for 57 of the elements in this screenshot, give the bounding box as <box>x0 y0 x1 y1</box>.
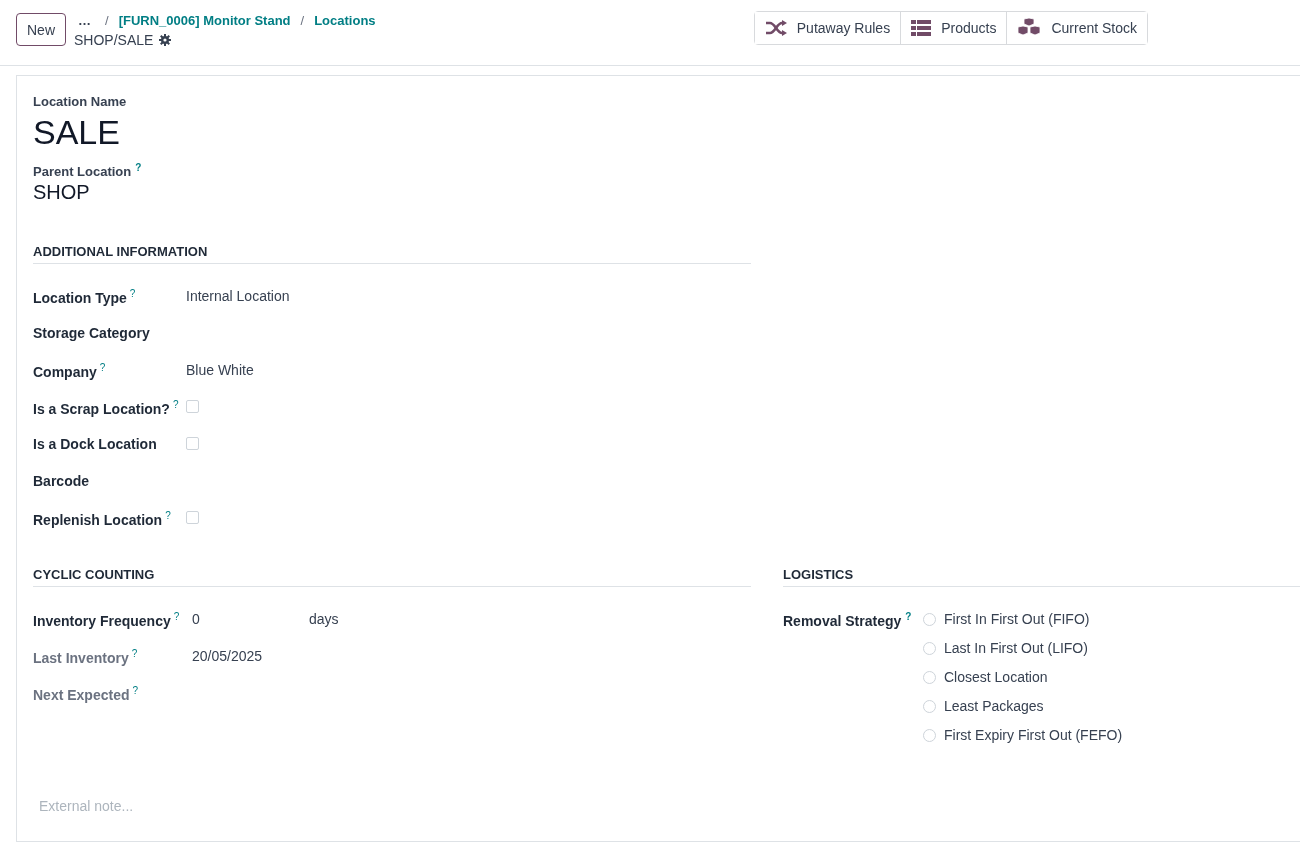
parent-location-field[interactable]: SHOP <box>33 181 1300 205</box>
checkbox[interactable] <box>186 511 199 525</box>
field-label: Location Type <box>33 290 127 306</box>
unit-label: days <box>309 610 339 628</box>
radio-label[interactable]: First Expiry First Out (FEFO) <box>944 727 1123 744</box>
breadcrumb-separator: / <box>300 13 305 28</box>
breadcrumb-link[interactable]: Locations <box>314 13 376 28</box>
section-title: LOGISTICS <box>783 567 1300 588</box>
gear-icon[interactable] <box>159 34 172 46</box>
help-tooltip[interactable]: ? <box>173 611 180 623</box>
help-tooltip[interactable]: ? <box>165 510 171 522</box>
radio-button[interactable] <box>923 612 936 626</box>
field-label: Barcode <box>33 473 90 490</box>
section-title: ADDITIONAL INFORMATION <box>33 244 751 265</box>
help-tooltip[interactable]: ? <box>172 399 179 411</box>
radio-label[interactable]: Last In First Out (LIFO) <box>944 640 1088 657</box>
radio-label[interactable]: Least Packages <box>944 698 1044 715</box>
breadcrumb-more[interactable]: … <box>78 13 91 28</box>
radio-button[interactable] <box>923 670 936 684</box>
help-tooltip[interactable]: ? <box>905 611 912 623</box>
location-name-field[interactable]: SALE <box>33 113 1300 152</box>
help-tooltip[interactable]: ? <box>132 685 139 697</box>
radio-label[interactable]: Closest Location <box>944 669 1048 686</box>
cubes-icon <box>1017 18 1042 38</box>
field-label: Inventory Frequency <box>33 613 171 629</box>
help-tooltip[interactable]: ? <box>131 648 138 660</box>
radio-label[interactable]: First In First Out (FIFO) <box>944 611 1090 628</box>
field-label: Next Expected <box>33 687 130 703</box>
field-label: Parent Location <box>33 164 132 180</box>
field-label: Storage Category <box>33 325 150 342</box>
field-label: Is a Dock Location <box>33 436 157 453</box>
number-field[interactable]: 0 <box>192 605 309 628</box>
field-value[interactable]: Internal Location <box>186 282 290 305</box>
help-tooltip[interactable]: ? <box>135 162 142 173</box>
record-title: SHOP/SALE <box>74 32 154 48</box>
field-label: Location Name <box>33 94 127 109</box>
breadcrumb-separator: / <box>105 13 109 28</box>
section-title: CYCLIC COUNTING <box>33 567 751 588</box>
field-label: Last Inventory <box>33 650 129 666</box>
radio-button[interactable] <box>923 641 936 655</box>
shuffle-icon <box>764 20 787 36</box>
help-tooltip[interactable]: ? <box>99 362 106 374</box>
list-icon <box>911 20 932 36</box>
smart-button[interactable]: Current Stock <box>1006 12 1147 44</box>
field-label: Replenish Location <box>33 512 163 528</box>
field-label: Company <box>33 364 97 380</box>
radio-button[interactable] <box>923 728 936 742</box>
checkbox[interactable] <box>186 400 199 414</box>
checkbox[interactable] <box>186 437 199 451</box>
new-button[interactable]: New <box>16 13 66 46</box>
radio-button[interactable] <box>923 699 936 713</box>
field-label: Removal Strategy <box>783 613 902 629</box>
field-label: Is a Scrap Location? <box>33 401 170 417</box>
field-value[interactable]: Blue White <box>186 356 254 379</box>
breadcrumb-link[interactable]: [FURN_0006] Monitor Stand <box>118 13 291 28</box>
field-value[interactable]: 20/05/2025 <box>192 642 263 665</box>
help-tooltip[interactable]: ? <box>129 288 136 300</box>
